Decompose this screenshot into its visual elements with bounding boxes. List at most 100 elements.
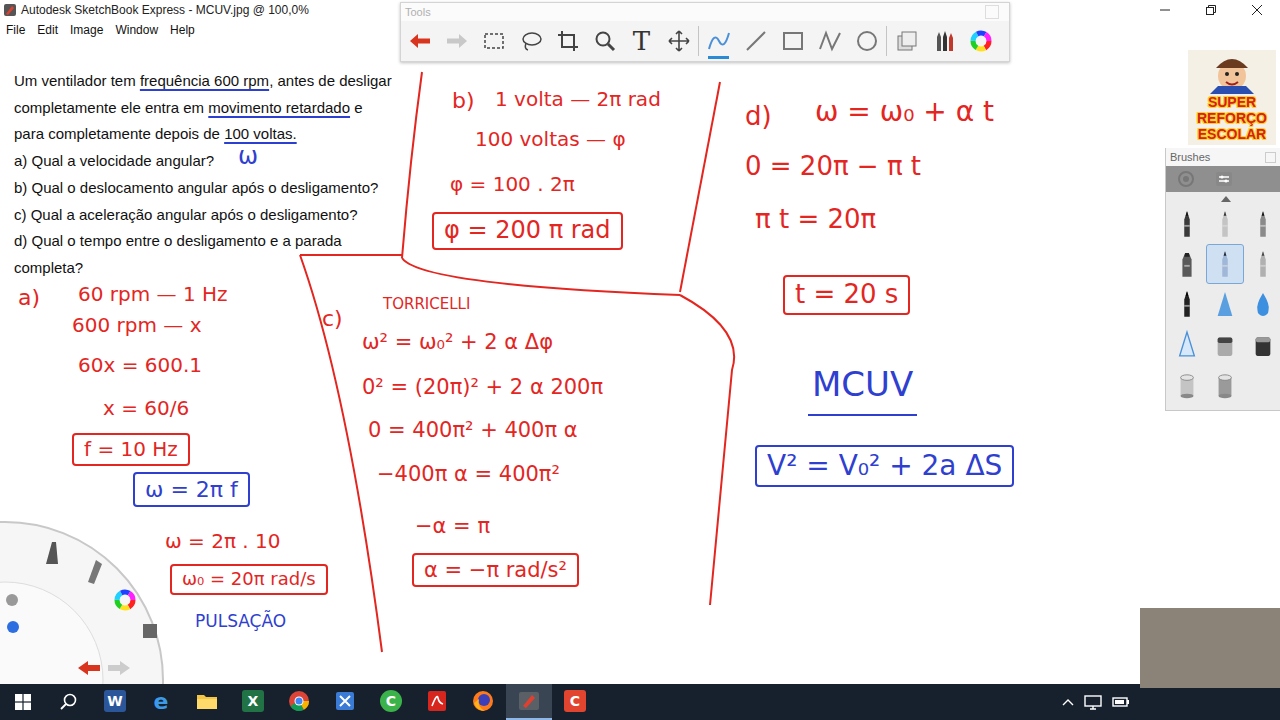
taskbar-app[interactable]: e [138, 684, 184, 720]
tool-button[interactable] [401, 23, 438, 59]
tool-button[interactable] [737, 23, 774, 59]
handwritten-note: 0² = (20π)² + 2 α 200π [362, 375, 603, 399]
sketchbook-app-icon [3, 3, 17, 17]
problem-segment: e [350, 99, 363, 116]
tool-button[interactable] [774, 23, 811, 59]
handwritten-note: ω₀ = 20π rad/s [170, 564, 328, 595]
brush-button[interactable] [1206, 324, 1244, 364]
taskbar-app[interactable]: X [230, 684, 276, 720]
start-button[interactable] [0, 684, 46, 720]
chrome-icon [287, 689, 311, 713]
brush-button[interactable] [1206, 244, 1244, 284]
problem-segment: , antes de desligar [269, 72, 392, 89]
brushes-title: Brushes [1170, 151, 1210, 163]
menu-item[interactable]: Help [164, 23, 201, 37]
tool-button[interactable] [925, 23, 962, 59]
tools-title-bar[interactable]: Tools [401, 3, 1009, 21]
battery-icon[interactable] [1112, 694, 1130, 710]
taskbar-app[interactable] [460, 684, 506, 720]
taskbar-app[interactable]: W [92, 684, 138, 720]
explorer-icon [195, 689, 219, 713]
brush-button[interactable] [1168, 204, 1206, 244]
tools-palette[interactable]: Tools T [400, 2, 1010, 62]
brush-settings-icon[interactable] [1214, 169, 1234, 189]
problem-segment: a) Qual a velocidade angular? [14, 152, 214, 169]
scroll-up-icon [1221, 196, 1231, 202]
tool-button[interactable] [700, 23, 737, 59]
menu-item[interactable]: File [0, 23, 31, 37]
brush-grid [1166, 204, 1280, 404]
handwritten-note: 60 rpm — 1 Hz [78, 283, 228, 306]
tool-button[interactable]: T [623, 23, 660, 59]
sketchbook-screen: Autodesk SketchBook Express - MCUV.jpg @… [0, 0, 1280, 720]
search-button[interactable] [46, 684, 92, 720]
tool-button[interactable] [848, 23, 885, 59]
brushes-icon [932, 29, 956, 53]
brush-button[interactable] [1206, 204, 1244, 244]
tool-button[interactable] [512, 23, 549, 59]
camtasia-red-icon: C [564, 690, 586, 712]
lagoon-menu[interactable] [0, 520, 200, 684]
problem-segment: para completamente depois de [14, 125, 224, 142]
taskbar-app[interactable] [184, 684, 230, 720]
ellipse-icon [855, 29, 879, 53]
palette-close-button[interactable] [985, 5, 999, 19]
tool-button[interactable] [660, 23, 697, 59]
brush-button[interactable] [1168, 364, 1206, 404]
tool-button[interactable] [586, 23, 623, 59]
restore-button[interactable] [1188, 0, 1234, 20]
handwritten-note: α = −π rad/s² [412, 553, 579, 587]
firefox-icon [471, 689, 495, 713]
brush-button[interactable] [1244, 244, 1280, 284]
handwritten-note: PULSAÇÃO [195, 612, 286, 632]
taskbar-app[interactable] [276, 684, 322, 720]
crop-icon [556, 29, 580, 53]
tool-button[interactable] [811, 23, 848, 59]
minimize-button[interactable] [1142, 0, 1188, 20]
brush-button[interactable] [1168, 244, 1206, 284]
system-tray [1062, 694, 1130, 710]
scroll-up[interactable] [1166, 192, 1280, 204]
brush-button[interactable] [1244, 204, 1280, 244]
handwritten-note: φ = 100 . 2π [450, 173, 575, 196]
logo-text: SUPER [1208, 94, 1256, 110]
undo-icon [408, 29, 432, 53]
brush-button[interactable] [1168, 284, 1206, 324]
window-controls [1142, 0, 1280, 20]
brush-button[interactable] [1244, 284, 1280, 324]
taskbar-app[interactable] [506, 684, 552, 720]
handwritten-note: ω = ω₀ + α t [815, 96, 994, 128]
tool-button[interactable] [962, 23, 999, 59]
tool-button[interactable] [475, 23, 512, 59]
rect-icon [781, 29, 805, 53]
taskbar-app[interactable] [414, 684, 460, 720]
problem-text: Um ventilador tem frequência 600 rpm, an… [14, 68, 392, 282]
brush-button[interactable] [1206, 284, 1244, 324]
menu-item[interactable]: Image [64, 23, 109, 37]
block-brush-icon [1214, 328, 1236, 360]
tool-button[interactable] [438, 23, 475, 59]
taskbar-app[interactable]: C [368, 684, 414, 720]
handwritten-note: ω = 2π f [133, 472, 250, 507]
brush-button[interactable] [1206, 364, 1244, 404]
brush-button[interactable] [1168, 324, 1206, 364]
network-icon[interactable] [1084, 694, 1102, 710]
inkpen-brush-icon [1176, 288, 1198, 320]
show-hidden-icons-icon[interactable] [1062, 698, 1074, 706]
problem-segment: d) Qual o tempo entre o desligamento e a… [14, 232, 342, 249]
brush-properties-icon[interactable] [1176, 169, 1196, 189]
problem-line: d) Qual o tempo entre o desligamento e a… [14, 228, 392, 255]
camtasia-green-icon: C [380, 690, 402, 712]
brush-button[interactable] [1244, 324, 1280, 364]
handwritten-note: −α = π [415, 514, 490, 538]
close-button[interactable] [1234, 0, 1280, 20]
tool-button[interactable] [549, 23, 586, 59]
tool-button[interactable] [888, 23, 925, 59]
menu-item[interactable]: Window [109, 23, 164, 37]
taskbar-app[interactable]: C [552, 684, 598, 720]
drawing-canvas[interactable]: Um ventilador tem frequência 600 rpm, an… [0, 40, 1280, 684]
menu-item[interactable]: Edit [31, 23, 64, 37]
taskbar-app[interactable] [322, 684, 368, 720]
panel-close-button[interactable] [1265, 152, 1276, 163]
problem-segment: Um ventilador tem [14, 72, 140, 89]
